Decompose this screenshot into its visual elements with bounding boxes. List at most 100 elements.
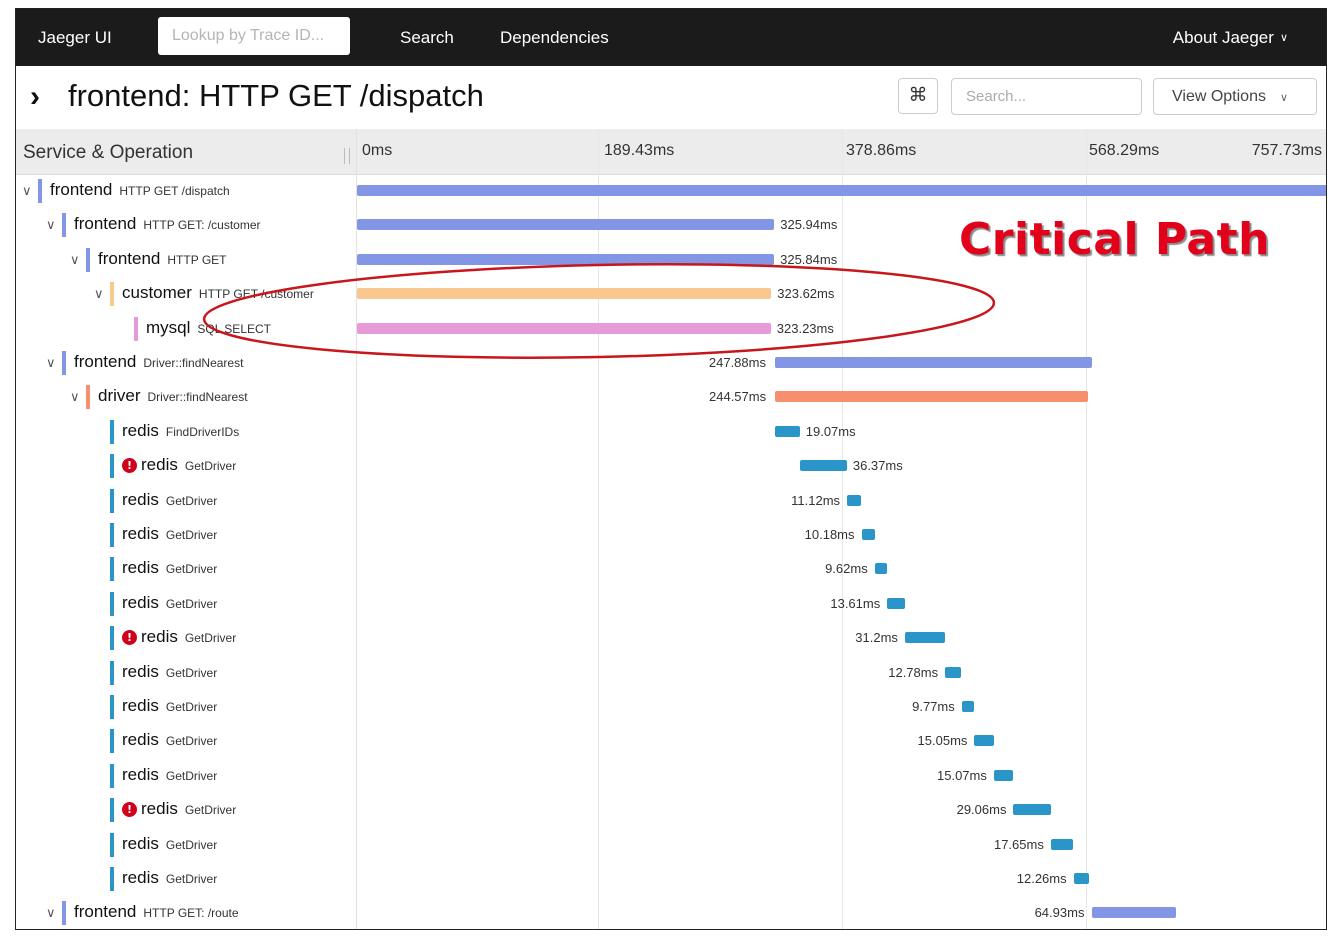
collapse-toggle-icon[interactable]: ∨ — [46, 355, 56, 371]
span-row[interactable]: redis GetDriver 13.61ms — [16, 587, 1326, 621]
span-bar[interactable] — [774, 357, 1093, 368]
span-name[interactable]: redis GetDriver — [122, 868, 217, 888]
operation-name: HTTP GET: /route — [143, 906, 239, 921]
operation-name: GetDriver — [165, 734, 218, 749]
span-row[interactable]: redis FindDriverIDs 19.07ms — [16, 415, 1326, 449]
span-row[interactable]: ∨ driver Driver::findNearest 244.57ms — [16, 380, 1326, 414]
span-bar[interactable] — [1050, 838, 1074, 850]
span-name[interactable]: redis GetDriver — [122, 558, 217, 578]
trace-search-input[interactable] — [951, 78, 1142, 115]
collapse-toggle-icon[interactable]: ∨ — [22, 183, 32, 199]
span-name[interactable]: redis GetDriver — [122, 765, 217, 785]
span-bar[interactable] — [357, 288, 772, 300]
collapse-toggle-icon[interactable]: ∨ — [70, 252, 80, 268]
span-bar[interactable] — [1092, 907, 1176, 919]
span-row[interactable]: ∨ frontend HTTP GET /dispatch — [16, 174, 1326, 208]
service-color-bar — [110, 729, 114, 754]
about-jaeger-label: About Jaeger — [1172, 28, 1274, 47]
span-row[interactable]: ∨ customer HTTP GET /customer 323.62ms — [16, 277, 1326, 311]
service-name: redis — [122, 524, 159, 543]
span-row[interactable]: redis GetDriver 15.07ms — [16, 759, 1326, 793]
span-row[interactable]: ∨ frontend Driver::findNearest 247.88ms — [16, 346, 1326, 380]
span-name[interactable]: customer HTTP GET /customer — [122, 283, 314, 303]
span-name[interactable]: redis GetDriver — [122, 730, 217, 750]
span-row[interactable]: redis GetDriver 9.77ms — [16, 690, 1326, 724]
keyboard-shortcuts-icon[interactable]: ⌘ — [898, 78, 938, 114]
span-name[interactable]: ! redis GetDriver — [122, 799, 236, 819]
span-bar[interactable] — [357, 219, 775, 231]
service-color-bar — [110, 419, 114, 444]
span-row[interactable]: redis GetDriver 10.18ms — [16, 518, 1326, 552]
nav-search-link[interactable]: Search — [400, 28, 454, 48]
service-color-bar — [110, 488, 114, 513]
span-bar[interactable] — [357, 253, 775, 265]
span-name[interactable]: frontend HTTP GET /dispatch — [50, 180, 230, 200]
span-bar[interactable] — [945, 666, 962, 678]
span-name[interactable]: ! redis GetDriver — [122, 455, 236, 475]
trace-id-lookup-input[interactable] — [158, 17, 350, 55]
service-color-bar — [110, 660, 114, 685]
nav-dependencies-link[interactable]: Dependencies — [500, 28, 609, 48]
span-bar[interactable] — [904, 632, 945, 644]
brand-link[interactable]: Jaeger UI — [38, 28, 112, 48]
span-bar[interactable] — [357, 322, 771, 334]
collapse-toggle-icon[interactable]: ∨ — [46, 905, 56, 921]
view-options-button[interactable]: View Options ∨ — [1153, 78, 1317, 115]
span-name[interactable]: frontend HTTP GET — [98, 249, 227, 269]
operation-name: HTTP GET: /customer — [143, 218, 261, 233]
service-color-bar — [86, 247, 90, 272]
span-name[interactable]: ! redis GetDriver — [122, 627, 236, 647]
span-name[interactable]: redis GetDriver — [122, 696, 217, 716]
span-bar[interactable] — [1013, 804, 1051, 816]
span-row[interactable]: redis GetDriver 17.65ms — [16, 828, 1326, 862]
span-row[interactable]: ∨ frontend HTTP GET: /route 64.93ms — [16, 896, 1326, 929]
span-bar[interactable] — [357, 185, 1326, 196]
span-bar[interactable] — [775, 391, 1089, 403]
service-color-bar — [86, 385, 90, 410]
span-name[interactable]: redis GetDriver — [122, 662, 217, 682]
span-duration: 247.88ms — [708, 355, 766, 370]
span-name[interactable]: frontend Driver::findNearest — [74, 352, 243, 372]
span-name[interactable]: frontend HTTP GET: /route — [74, 902, 239, 922]
service-name: customer — [122, 283, 192, 303]
span-name[interactable]: redis FindDriverIDs — [122, 421, 239, 441]
service-name: driver — [98, 386, 141, 406]
span-bar[interactable] — [800, 460, 847, 472]
span-bar[interactable] — [887, 597, 905, 609]
service-name: frontend — [74, 902, 137, 922]
collapse-toggle-icon[interactable]: ∨ — [94, 286, 104, 302]
error-icon: ! — [122, 458, 137, 474]
service-color-bar — [110, 763, 114, 788]
span-row[interactable]: ! redis GetDriver 36.37ms — [16, 449, 1326, 483]
span-name[interactable]: frontend HTTP GET: /customer — [74, 214, 261, 234]
span-row[interactable]: ! redis GetDriver 29.06ms — [16, 793, 1326, 827]
service-name: redis — [122, 661, 159, 681]
span-bar[interactable] — [974, 735, 994, 747]
expand-trace-icon[interactable]: › — [30, 80, 40, 114]
span-name[interactable]: driver Driver::findNearest — [98, 386, 248, 406]
span-row[interactable]: redis GetDriver 9.62ms — [16, 552, 1326, 586]
span-name[interactable]: redis GetDriver — [122, 524, 217, 544]
span-bar[interactable] — [861, 529, 875, 540]
span-row[interactable]: redis GetDriver 11.12ms — [16, 484, 1326, 518]
span-row[interactable]: ! redis GetDriver 31.2ms — [16, 621, 1326, 655]
span-name[interactable]: redis GetDriver — [122, 490, 217, 510]
about-jaeger-menu[interactable]: About Jaeger ∨ — [1173, 28, 1288, 48]
span-bar[interactable] — [775, 425, 800, 437]
span-row[interactable]: redis GetDriver 12.78ms — [16, 656, 1326, 690]
span-row[interactable]: redis GetDriver 15.05ms — [16, 724, 1326, 758]
collapse-toggle-icon[interactable]: ∨ — [46, 217, 56, 233]
chevron-down-icon: ∨ — [1279, 32, 1288, 44]
column-resize-handle[interactable] — [344, 148, 350, 164]
span-bar[interactable] — [1073, 873, 1090, 884]
span-bar[interactable] — [874, 563, 887, 575]
collapse-toggle-icon[interactable]: ∨ — [70, 389, 80, 405]
span-bar[interactable] — [993, 769, 1014, 781]
span-name[interactable]: mysql SQL SELECT — [146, 318, 271, 338]
span-bar[interactable] — [847, 494, 862, 506]
span-bar[interactable] — [961, 701, 975, 712]
span-row[interactable]: mysql SQL SELECT 323.23ms — [16, 312, 1326, 346]
span-name[interactable]: redis GetDriver — [122, 834, 217, 854]
span-row[interactable]: redis GetDriver 12.26ms — [16, 862, 1326, 896]
span-name[interactable]: redis GetDriver — [122, 593, 217, 613]
